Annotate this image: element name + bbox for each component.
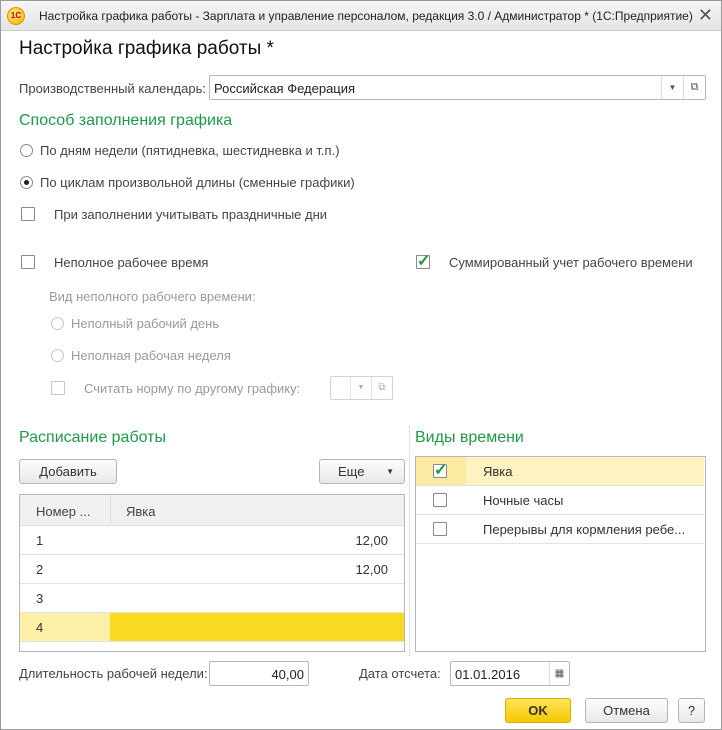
title-bar: 1C Настройка графика работы - Зарплата и… (1, 1, 721, 31)
time-types-list: ✓ Явка Ночные часы Перерывы для кормлени… (415, 456, 706, 652)
table-row-selected[interactable]: 4 (20, 613, 404, 642)
1c-logo-icon: 1C (7, 7, 25, 25)
table-row[interactable]: 3 (20, 584, 404, 613)
time-type-label: Перерывы для кормления ребе... (483, 522, 686, 537)
open-icon[interactable]: ⧉ (683, 76, 705, 99)
calendar-label: Производственный календарь: (19, 81, 206, 96)
table-row[interactable]: 1 12,00 (20, 526, 404, 555)
schedule-title: Расписание работы (19, 429, 166, 446)
time-type-label: Явка (483, 464, 513, 479)
time-types-title: Виды времени (415, 429, 524, 446)
radio-part-week-label: Неполная рабочая неделя (71, 348, 231, 363)
radio-part-day[interactable] (51, 317, 64, 330)
summarized-checkbox[interactable]: ✓ (416, 253, 430, 270)
other-schedule-field[interactable]: ▼ ⧉ (330, 376, 393, 400)
row-number: 2 (36, 562, 44, 577)
start-date-input[interactable]: 01.01.2016 ▦ (450, 661, 570, 686)
week-length-label: Длительность рабочей недели: (19, 666, 208, 681)
dropdown-arrow-icon[interactable]: ▼ (661, 76, 683, 99)
week-length-value: 40,00 (271, 667, 304, 682)
radio-part-day-label: Неполный рабочий день (71, 316, 220, 331)
close-icon[interactable]: ✕ (698, 5, 713, 26)
radio-by-weekdays-label: По дням недели (пятидневка, шестидневка … (40, 143, 340, 158)
start-date-label: Дата отсчета: (359, 666, 441, 681)
table-header: Номер ... Явка (20, 495, 404, 526)
dropdown-arrow-icon: ▼ (386, 467, 394, 476)
more-button[interactable]: Еще ▼ (319, 459, 405, 484)
list-item[interactable]: Перерывы для кормления ребе... (416, 515, 704, 544)
row-number: 4 (36, 620, 44, 635)
start-date-value: 01.01.2016 (455, 667, 521, 682)
radio-by-cycles[interactable] (20, 176, 33, 189)
calendar-value: Российская Федерация (214, 81, 356, 96)
time-type-label: Ночные часы (483, 493, 564, 508)
open-icon[interactable]: ⧉ (371, 377, 392, 399)
calendar-field[interactable]: Российская Федерация ▼ ⧉ (209, 75, 706, 100)
radio-part-week[interactable] (51, 349, 64, 362)
add-button[interactable]: Добавить (19, 459, 117, 484)
calendar-icon[interactable]: ▦ (549, 662, 569, 685)
page-title: Настройка графика работы * (19, 38, 274, 59)
column-number[interactable]: Номер ... (36, 504, 90, 519)
dropdown-arrow-icon[interactable]: ▼ (350, 377, 371, 399)
week-length-input[interactable]: 40,00 (209, 661, 309, 686)
row-number: 3 (36, 591, 44, 606)
part-time-label: Неполное рабочее время (54, 255, 209, 270)
part-time-kind-label: Вид неполного рабочего времени: (49, 289, 256, 304)
dialog-window: 1C Настройка графика работы - Зарплата и… (0, 0, 722, 730)
checkmark-icon: ✓ (417, 253, 431, 270)
selected-cell[interactable] (110, 613, 404, 641)
time-type-checkbox[interactable]: ✓ (433, 462, 447, 479)
holidays-checkbox[interactable] (21, 207, 35, 221)
more-label: Еще (338, 464, 365, 479)
part-time-checkbox[interactable] (21, 255, 35, 269)
fill-method-title: Способ заполнения графика (19, 112, 233, 129)
row-value: 12,00 (355, 533, 388, 548)
divider (409, 426, 410, 656)
other-norm-checkbox[interactable] (51, 381, 65, 395)
summarized-label: Суммированный учет рабочего времени (449, 255, 693, 270)
row-number: 1 (36, 533, 44, 548)
column-attendance[interactable]: Явка (126, 504, 156, 519)
checkmark-icon: ✓ (434, 462, 448, 479)
radio-by-cycles-label: По циклам произвольной длины (сменные гр… (40, 175, 355, 190)
list-item[interactable]: ✓ Явка (416, 457, 704, 486)
radio-by-weekdays[interactable] (20, 144, 33, 157)
window-title: Настройка графика работы - Зарплата и уп… (39, 9, 693, 23)
holidays-label: При заполнении учитывать праздничные дни (54, 207, 328, 222)
help-button[interactable]: ? (678, 698, 705, 723)
table-row[interactable]: 2 12,00 (20, 555, 404, 584)
ok-button[interactable]: OK (505, 698, 571, 723)
time-type-checkbox[interactable] (433, 522, 447, 536)
list-item[interactable]: Ночные часы (416, 486, 704, 515)
time-type-checkbox[interactable] (433, 493, 447, 507)
row-value: 12,00 (355, 562, 388, 577)
cancel-button[interactable]: Отмена (585, 698, 668, 723)
other-norm-label: Считать норму по другому графику: (84, 381, 301, 396)
schedule-table: Номер ... Явка 1 12,00 2 12,00 3 4 (19, 494, 405, 652)
